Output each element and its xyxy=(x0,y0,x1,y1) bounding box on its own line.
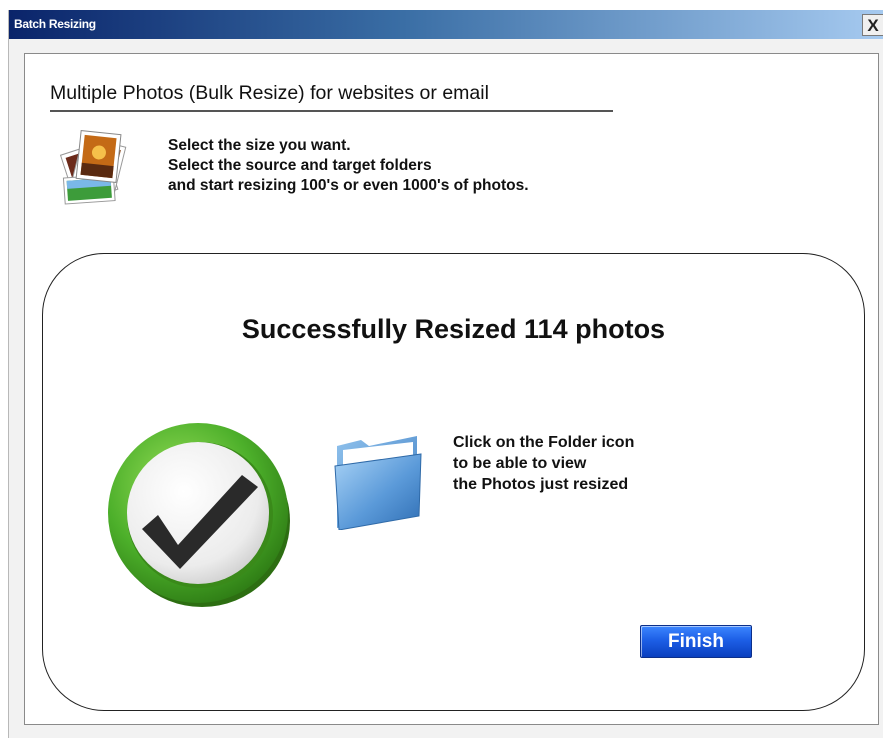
instruction-line: to be able to view xyxy=(453,455,587,472)
checkmark-icon xyxy=(108,423,290,607)
folder-icon[interactable] xyxy=(333,432,425,530)
description-line: and start resizing 100's or even 1000's … xyxy=(168,177,529,194)
photos-stack-icon xyxy=(59,129,127,205)
result-panel: Successfully Resized 114 photos Click on… xyxy=(42,253,865,711)
window-title: Batch Resizing xyxy=(14,17,96,31)
title-bar[interactable]: Batch Resizing X xyxy=(9,10,883,39)
folder-instructions: Click on the Folder icon to be able to v… xyxy=(453,432,634,495)
description-line: Select the source and target folders xyxy=(168,157,432,174)
batch-resizing-window: Batch Resizing X Multiple Photos (Bulk R… xyxy=(8,10,883,738)
page-heading: Multiple Photos (Bulk Resize) for websit… xyxy=(50,82,489,104)
close-button[interactable]: X xyxy=(862,14,883,36)
description-line: Select the size you want. xyxy=(168,137,351,154)
finish-button[interactable]: Finish xyxy=(640,625,752,658)
instruction-line: Click on the Folder icon xyxy=(453,434,635,451)
content-area: Multiple Photos (Bulk Resize) for websit… xyxy=(24,53,879,725)
instruction-line: the Photos just resized xyxy=(453,476,629,493)
heading-underline xyxy=(50,110,613,112)
description: Select the size you want. Select the sou… xyxy=(168,136,529,196)
success-title: Successfully Resized 114 photos xyxy=(241,314,666,344)
